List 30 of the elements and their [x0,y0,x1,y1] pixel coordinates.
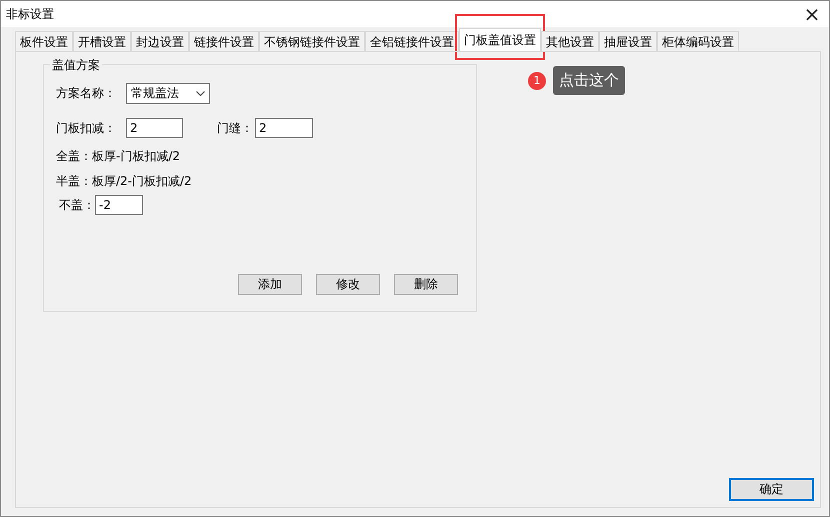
ok-button[interactable]: 确定 [729,478,814,501]
tab[interactable]: 抽屉设置 [599,31,657,51]
tab[interactable]: 全铝链接件设置 [365,31,459,51]
callout-tooltip: 点击这个 [553,66,625,95]
group-title: 盖值方案 [50,57,102,74]
tab[interactable]: 板件设置 [15,31,73,51]
tab[interactable]: 不锈钢链接件设置 [259,31,365,51]
tab[interactable]: 其他设置 [541,31,599,51]
scheme-dropdown[interactable]: 常规盖法 [126,83,210,104]
input-field[interactable]: -2 [95,195,143,215]
tab[interactable]: 门板盖值设置 [459,28,541,51]
action-button[interactable]: 添加 [238,274,302,295]
tab[interactable]: 封边设置 [131,31,189,51]
caret-icon [196,91,205,96]
field-label: 门板扣减： [56,120,117,136]
step-badge: 1 [528,72,546,90]
field-label: 不盖： [59,196,95,214]
window-title: 非标设置 [6,6,54,22]
close-button[interactable]: × [795,1,829,27]
action-button[interactable]: 修改 [316,274,380,295]
input-field[interactable]: 2 [126,118,183,138]
tab[interactable]: 柜体编码设置 [657,31,739,51]
tab[interactable]: 开槽设置 [73,31,131,51]
action-button[interactable]: 删除 [394,274,458,295]
input-field[interactable]: 2 [255,118,313,138]
field-label: 门缝： [217,120,253,136]
formula-text: 全盖：板厚-门板扣减/2 [56,148,182,165]
tab[interactable]: 链接件设置 [189,31,259,51]
formula-text: 半盖：板厚/2-门板扣减/2 [56,173,193,190]
field-label: 方案名称： [56,85,117,102]
